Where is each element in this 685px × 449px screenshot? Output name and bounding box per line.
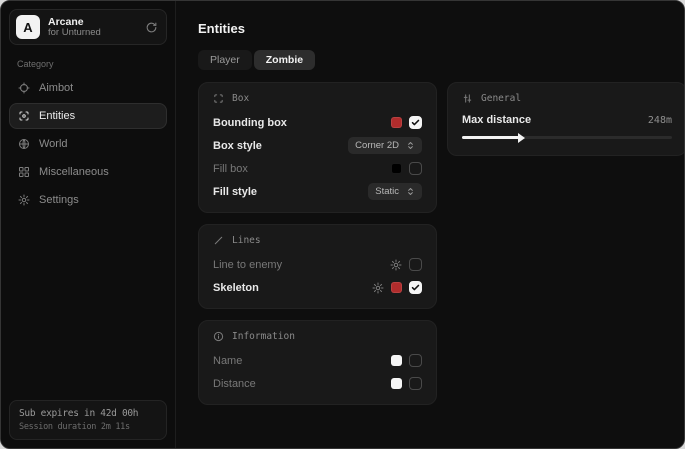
logo-letter: A <box>23 20 32 35</box>
setting-row-fill-style: Fill style Static <box>213 183 422 200</box>
slider-thumb[interactable] <box>518 133 525 143</box>
sidebar-item-world[interactable]: World <box>9 131 167 157</box>
checkbox-unchecked[interactable] <box>409 162 422 175</box>
setting-row-bounding-box: Bounding box <box>213 114 422 131</box>
session-duration-text: Session duration 2m 11s <box>19 422 157 432</box>
dropdown-value: Corner 2D <box>355 140 399 151</box>
max-distance-row: Max distance 248m <box>462 114 672 126</box>
panel-title: Information <box>232 331 295 342</box>
scan-box-icon <box>18 110 30 122</box>
sidebar-item-label: Aimbot <box>39 82 73 94</box>
line-icon <box>213 235 224 246</box>
setting-row-name: Name <box>213 352 422 369</box>
sidebar-item-label: Settings <box>39 194 79 206</box>
box-panel: Box Bounding box Box style <box>198 82 437 213</box>
setting-row-distance: Distance <box>213 375 422 392</box>
entity-tabs: Player Zombie <box>198 50 685 70</box>
setting-row-fill-box: Fill box <box>213 160 422 177</box>
sidebar-item-label: World <box>39 138 68 150</box>
setting-row-line-to-enemy: Line to enemy <box>213 256 422 273</box>
globe-icon <box>18 138 30 150</box>
setting-row-box-style: Box style Corner 2D <box>213 137 422 154</box>
setting-label: Fill box <box>213 163 248 175</box>
setting-row-skeleton: Skeleton <box>213 279 422 296</box>
color-swatch[interactable] <box>391 378 402 389</box>
panel-title: Lines <box>232 235 261 246</box>
brand-subtitle: for Unturned <box>48 28 137 39</box>
unfold-icon <box>406 187 415 196</box>
panel-title: General <box>481 93 521 104</box>
slider-fill <box>462 136 519 139</box>
setting-label: Skeleton <box>213 282 259 294</box>
gear-icon <box>18 194 30 206</box>
color-swatch[interactable] <box>391 163 402 174</box>
dropdown-value: Static <box>375 186 399 197</box>
main-content: Entities Player Zombie Box <box>176 1 685 448</box>
information-panel: Information Name Distance <box>198 320 437 405</box>
setting-label: Distance <box>213 378 256 390</box>
fill-style-dropdown[interactable]: Static <box>368 183 422 200</box>
brand-title: Arcane <box>48 16 137 28</box>
lines-panel: Lines Line to enemy <box>198 224 437 309</box>
category-label: Category <box>17 59 167 69</box>
info-icon <box>213 331 224 342</box>
sidebar-item-entities[interactable]: Entities <box>9 103 167 129</box>
check-icon <box>411 118 420 127</box>
box-style-dropdown[interactable]: Corner 2D <box>348 137 422 154</box>
setting-label: Fill style <box>213 186 257 198</box>
scan-corners-icon <box>213 93 224 104</box>
setting-label: Name <box>213 355 242 367</box>
sliders-icon <box>462 93 473 104</box>
unfold-icon <box>406 141 415 150</box>
color-swatch[interactable] <box>391 117 402 128</box>
checkbox-unchecked[interactable] <box>409 258 422 271</box>
sidebar-item-aimbot[interactable]: Aimbot <box>9 75 167 101</box>
brand-card: A Arcane for Unturned <box>9 9 167 45</box>
setting-label: Bounding box <box>213 117 287 129</box>
sidebar-item-miscellaneous[interactable]: Miscellaneous <box>9 159 167 185</box>
arcane-logo: A <box>16 15 40 39</box>
setting-label: Box style <box>213 140 262 152</box>
sidebar-item-label: Miscellaneous <box>39 166 109 178</box>
sidebar-item-label: Entities <box>39 110 75 122</box>
setting-label: Max distance <box>462 114 531 126</box>
checkbox-unchecked[interactable] <box>409 354 422 367</box>
max-distance-slider[interactable] <box>462 136 672 139</box>
tab-player[interactable]: Player <box>198 50 252 70</box>
panel-title: Box <box>232 93 249 104</box>
grid-icon <box>18 166 30 178</box>
tab-zombie[interactable]: Zombie <box>254 50 315 70</box>
sub-expiry-text: Sub expires in 42d 00h <box>19 408 157 419</box>
crosshair-icon <box>18 82 30 94</box>
general-panel: General Max distance 248m <box>447 82 685 156</box>
color-swatch[interactable] <box>391 282 402 293</box>
row-gear-icon[interactable] <box>390 259 402 271</box>
max-distance-value: 248m <box>648 115 672 126</box>
checkbox-checked[interactable] <box>409 281 422 294</box>
sidebar-nav: Aimbot Entities World <box>9 75 167 213</box>
sidebar-item-settings[interactable]: Settings <box>9 187 167 213</box>
sidebar: A Arcane for Unturned Category Aimbo <box>1 1 176 448</box>
checkbox-checked[interactable] <box>409 116 422 129</box>
color-swatch[interactable] <box>391 355 402 366</box>
checkbox-unchecked[interactable] <box>409 377 422 390</box>
arcane-window: A Arcane for Unturned Category Aimbo <box>0 0 685 449</box>
subscription-card: Sub expires in 42d 00h Session duration … <box>9 400 167 440</box>
sync-icon[interactable] <box>145 21 158 34</box>
setting-label: Line to enemy <box>213 259 282 271</box>
page-title: Entities <box>198 21 685 36</box>
row-gear-icon[interactable] <box>372 282 384 294</box>
check-icon <box>411 283 420 292</box>
